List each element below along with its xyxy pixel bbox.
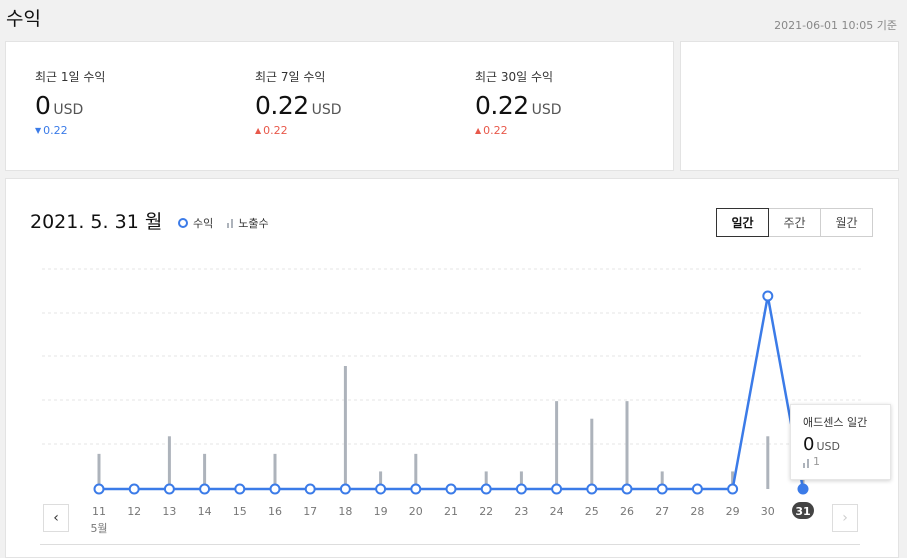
x-tick-label: 29 xyxy=(726,505,740,518)
stat-unit: USD xyxy=(311,102,342,118)
stat-delta: ▼ 0.22 xyxy=(35,124,105,137)
x-tick-label-selected: 31 xyxy=(795,505,810,518)
x-tick-label: 16 xyxy=(268,505,282,518)
revenue-point xyxy=(480,483,492,495)
stat-1-day: 최근 1일 수익 0 USD ▼ 0.22 xyxy=(35,68,105,137)
divider xyxy=(40,544,860,545)
stat-number: 0.22 xyxy=(255,91,309,120)
stat-number: 0.22 xyxy=(475,91,529,120)
x-tick-label: 26 xyxy=(620,505,634,518)
revenue-point xyxy=(586,483,598,495)
stat-value: 0.22 USD xyxy=(255,91,342,120)
x-tick-label: 28 xyxy=(690,505,704,518)
stat-delta: ▲ 0.22 xyxy=(475,124,562,137)
revenue-point xyxy=(445,483,457,495)
side-panel xyxy=(680,41,899,171)
x-tick-label: 12 xyxy=(127,505,141,518)
tooltip-impressions: 1 xyxy=(803,455,878,468)
impressions-bar xyxy=(625,401,629,489)
x-tick-label: 22 xyxy=(479,505,493,518)
x-tick-label: 19 xyxy=(374,505,388,518)
x-tick-label: 13 xyxy=(162,505,176,518)
stat-delta-value: 0.22 xyxy=(483,124,508,137)
page-title: 수익 xyxy=(6,8,41,30)
revenue-point xyxy=(304,483,316,495)
x-tick-label: 30 xyxy=(761,505,775,518)
x-tick-label: 20 xyxy=(409,505,423,518)
arrow-down-icon: ▼ xyxy=(35,126,42,135)
revenue-point xyxy=(410,483,422,495)
next-period-button[interactable]: › xyxy=(832,504,858,532)
impressions-bar xyxy=(343,366,347,489)
x-tick-label: 21 xyxy=(444,505,458,518)
stat-7-day: 최근 7일 수익 0.22 USD ▲ 0.22 xyxy=(255,68,342,137)
x-tick-label: 11 xyxy=(92,505,106,518)
revenue-point xyxy=(762,290,774,302)
tooltip-number: 0 xyxy=(803,434,815,455)
tooltip-value: 0 USD xyxy=(803,434,878,455)
revenue-point-selected xyxy=(797,483,809,495)
stat-delta-value: 0.22 xyxy=(43,124,68,137)
revenue-point xyxy=(551,483,563,495)
revenue-point xyxy=(339,483,351,495)
as-of-timestamp: 2021-06-01 10:05 기준 xyxy=(774,19,897,32)
impressions-bar xyxy=(766,436,770,489)
month-label: 5월 xyxy=(90,522,107,535)
stat-value: 0.22 USD xyxy=(475,91,562,120)
impressions-icon xyxy=(803,459,809,468)
stat-unit: USD xyxy=(531,102,562,118)
chart-tooltip: 애드센스 일간 0 USD 1 xyxy=(790,404,891,480)
x-tick-label: 14 xyxy=(198,505,212,518)
x-tick-label: 24 xyxy=(550,505,564,518)
stat-label: 최근 7일 수익 xyxy=(255,70,326,84)
x-tick-label: 15 xyxy=(233,505,247,518)
arrow-up-icon: ▲ xyxy=(255,126,262,135)
revenue-point xyxy=(621,483,633,495)
stat-30-day: 최근 30일 수익 0.22 USD ▲ 0.22 xyxy=(475,68,562,137)
x-tick-label: 17 xyxy=(303,505,317,518)
revenue-point xyxy=(727,483,739,495)
revenue-point xyxy=(375,483,387,495)
revenue-point xyxy=(691,483,703,495)
revenue-point xyxy=(199,483,211,495)
revenue-point xyxy=(269,483,281,495)
previous-period-button[interactable]: ‹ xyxy=(43,504,69,532)
tooltip-title: 애드센스 일간 xyxy=(803,416,868,429)
stat-delta: ▲ 0.22 xyxy=(255,124,342,137)
stat-delta-value: 0.22 xyxy=(263,124,288,137)
impressions-bar xyxy=(167,436,171,489)
x-tick-label: 25 xyxy=(585,505,599,518)
x-tick-label: 27 xyxy=(655,505,669,518)
tab-daily[interactable]: 일간 xyxy=(716,208,769,237)
x-tick-label: 18 xyxy=(338,505,352,518)
revenue-summary-card: 최근 1일 수익 0 USD ▼ 0.22 최근 7일 수익 0.22 USD ▲ 0.… xyxy=(5,41,674,171)
chevron-left-icon: ‹ xyxy=(53,510,59,526)
stat-unit: USD xyxy=(53,102,84,118)
impressions-bar xyxy=(590,418,594,489)
revenue-point xyxy=(234,483,246,495)
revenue-point xyxy=(656,483,668,495)
chevron-right-icon: › xyxy=(842,510,848,526)
revenue-chart-card: 2021. 5. 31 월 수익 노출수 일간 주간 월간 11 12 13 14 15… xyxy=(5,178,899,558)
tooltip-impressions-value: 1 xyxy=(813,455,820,468)
x-tick-label: 23 xyxy=(514,505,528,518)
stat-value: 0 USD xyxy=(35,91,105,120)
revenue-point xyxy=(515,483,527,495)
revenue-point xyxy=(93,483,105,495)
tooltip-unit: USD xyxy=(816,440,840,453)
stat-label: 최근 30일 수익 xyxy=(475,70,554,84)
revenue-point xyxy=(163,483,175,495)
stat-number: 0 xyxy=(35,91,51,120)
revenue-point xyxy=(128,483,140,495)
stat-label: 최근 1일 수익 xyxy=(35,70,106,84)
arrow-up-icon: ▲ xyxy=(475,126,482,135)
impressions-bar xyxy=(555,401,559,489)
